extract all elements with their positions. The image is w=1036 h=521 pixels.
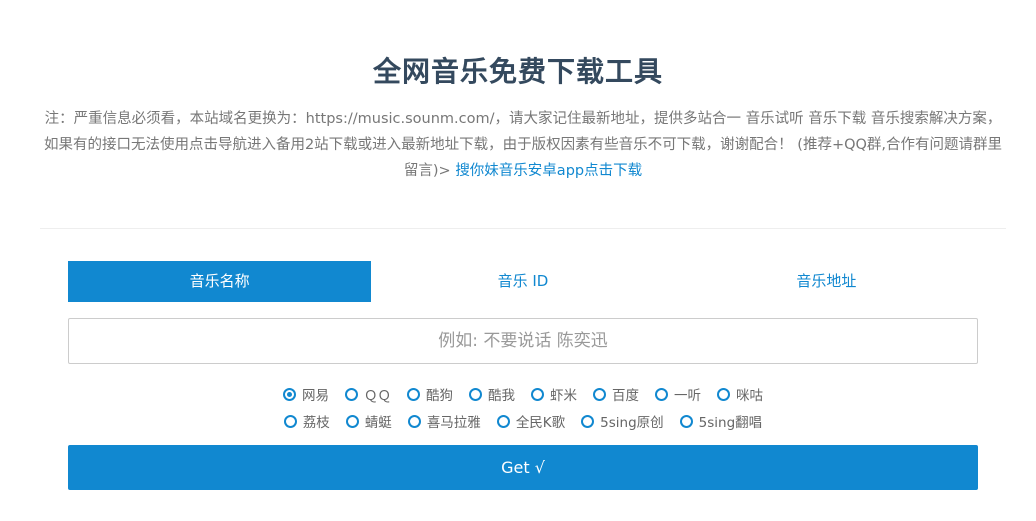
source-options-row-2: 荔枝 蜻蜓 喜马拉雅 全民K歌 5sing原创 5sing翻唱 [68, 411, 978, 431]
tab-music-name[interactable]: 音乐名称 [68, 261, 372, 302]
source-option-lizhi[interactable]: 荔枝 [283, 411, 330, 431]
radio-icon [655, 387, 668, 401]
source-label: 全民K歌 [515, 415, 566, 431]
get-button[interactable]: Get √ [68, 445, 978, 490]
source-option-5sing-cover[interactable]: 5sing翻唱 [679, 411, 763, 431]
radio-icon [496, 414, 510, 428]
source-option-yiting[interactable]: 一听 [655, 384, 701, 404]
radio-checked-icon [283, 387, 296, 401]
radio-icon [531, 387, 544, 401]
source-label: 蜻蜓 [364, 415, 392, 431]
notice-text: 注：严重信息必须看，本站域名更换为：https://music.sounm.co… [40, 106, 1006, 184]
source-option-baidu[interactable]: 百度 [593, 384, 639, 404]
radio-icon [283, 414, 297, 428]
source-option-5sing-original[interactable]: 5sing原创 [581, 411, 664, 431]
source-label: 5sing翻唱 [698, 415, 763, 431]
source-label: 百度 [612, 388, 639, 404]
page-title: 全网音乐免费下载工具 [372, 55, 663, 88]
radio-icon [717, 387, 730, 401]
radio-icon [345, 387, 358, 401]
source-label: 喜马拉雅 [426, 415, 481, 431]
tab-music-url[interactable]: 音乐地址 [675, 261, 978, 302]
search-input[interactable] [68, 318, 978, 364]
divider [40, 228, 1006, 229]
radio-icon [407, 387, 420, 401]
source-label: 咪咕 [736, 388, 763, 404]
tab-music-id[interactable]: 音乐 ID [371, 261, 674, 302]
source-option-kuwo[interactable]: 酷我 [469, 384, 515, 404]
source-label: 一听 [674, 388, 701, 404]
source-label: 5sing原创 [600, 415, 664, 431]
source-label: 酷我 [488, 388, 515, 404]
source-option-kugou[interactable]: 酷狗 [407, 384, 453, 404]
radio-icon [469, 387, 482, 401]
source-option-migu[interactable]: 咪咕 [717, 384, 763, 404]
source-label: ＱＱ [364, 388, 391, 404]
radio-icon [581, 414, 595, 428]
source-option-qingting[interactable]: 蜻蜓 [345, 411, 392, 431]
search-mode-tabs: 音乐名称 音乐 ID 音乐地址 [68, 261, 978, 302]
source-label: 虾米 [550, 388, 577, 404]
source-option-quanmin-k[interactable]: 全民K歌 [496, 411, 566, 431]
app-download-link[interactable]: 搜你妹音乐安卓app点击下载 [455, 163, 642, 179]
source-options-row-1: 网易 ＱＱ 酷狗 酷我 虾米 百度 一听 咪咕 [68, 384, 978, 404]
source-option-netease[interactable]: 网易 [283, 384, 329, 404]
radio-icon [679, 414, 693, 428]
source-label: 网易 [302, 388, 329, 404]
source-label: 荔枝 [302, 415, 330, 431]
source-label: 酷狗 [426, 388, 453, 404]
radio-icon [593, 387, 606, 401]
source-option-ximalaya[interactable]: 喜马拉雅 [407, 411, 481, 431]
page: 全网音乐免费下载工具 注：严重信息必须看，本站域名更换为：https://mus… [0, 0, 1036, 521]
source-option-xiami[interactable]: 虾米 [531, 384, 577, 404]
radio-icon [407, 414, 421, 428]
radio-icon [345, 414, 359, 428]
source-option-qq[interactable]: ＱＱ [345, 384, 391, 404]
